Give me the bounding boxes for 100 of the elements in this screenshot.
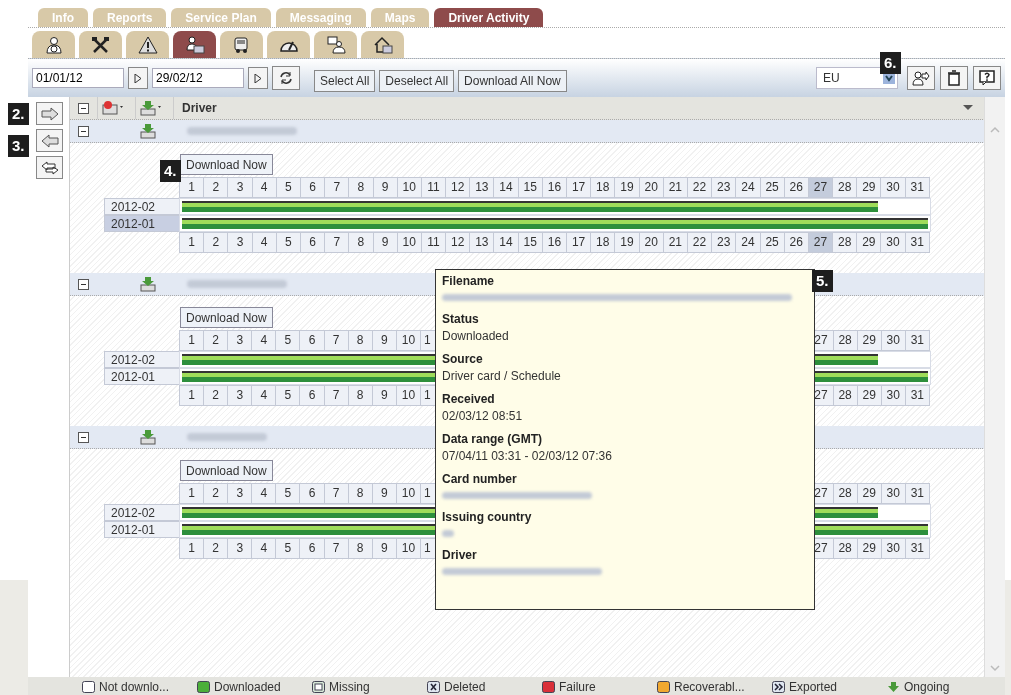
day-header-cell: 15 (517, 177, 543, 198)
callout-label: 3. (8, 135, 29, 157)
downloaded-bar[interactable] (182, 201, 878, 212)
day-header-cell: 7 (324, 177, 350, 198)
refresh-icon (278, 71, 294, 85)
person-icon (43, 35, 64, 54)
day-header-cell: 14 (493, 232, 519, 253)
card-icon (184, 35, 205, 54)
day-header-cell: 2 (203, 177, 229, 198)
legend-label: Deleted (444, 679, 486, 694)
icon-tab[interactable] (220, 31, 263, 58)
day-header-cell: 5 (275, 330, 301, 351)
tab[interactable]: Driver Activity (434, 8, 544, 27)
day-header-cell: 20 (638, 232, 664, 253)
download-icon (139, 429, 157, 445)
collapse-icon[interactable] (78, 278, 89, 290)
toolbar-button[interactable]: Select All (314, 70, 376, 92)
download-now-button[interactable]: Download Now (180, 154, 273, 175)
day-header-cell: 4 (251, 483, 277, 504)
legend-label: Ongoing (904, 679, 950, 694)
date-picker-button[interactable] (128, 67, 148, 89)
download-now-button[interactable]: Download Now (180, 307, 273, 328)
day-header-cell: 2 (203, 232, 229, 253)
day-header-cell: 29 (856, 483, 882, 504)
day-header-cell: 9 (372, 232, 398, 253)
day-header-cell: 12 (445, 177, 471, 198)
previous-button[interactable] (36, 129, 63, 152)
day-header-cell: 6 (299, 330, 325, 351)
day-header-cell: 8 (348, 232, 374, 253)
month-label[interactable]: 2012-01 (104, 521, 180, 538)
export-button[interactable] (907, 66, 935, 90)
day-header-cell: 31 (904, 330, 930, 351)
swap-arrows-icon (40, 160, 59, 175)
icon-tab[interactable] (267, 31, 310, 58)
day-header-cell: 29 (856, 330, 882, 351)
day-header-cell: 3 (227, 330, 253, 351)
field-value: Driver card / Schedule (442, 369, 561, 383)
icon-tab[interactable] (314, 31, 357, 58)
date-field[interactable]: 29/02/12 (152, 68, 244, 88)
download-now-button[interactable]: Download Now (180, 460, 273, 481)
day-header-cell: 5 (275, 385, 301, 406)
day-header-cell: 4 (251, 538, 277, 559)
month-label[interactable]: 2012-01 (104, 215, 180, 232)
month-label[interactable]: 2012-02 (104, 198, 180, 215)
icon-tab[interactable] (126, 31, 169, 58)
caret-down-icon[interactable] (963, 105, 973, 111)
day-header-cell: 31 (904, 385, 930, 406)
day-header-cell: 4 (251, 330, 277, 351)
date-picker-button[interactable] (248, 67, 268, 89)
month-label[interactable]: 2012-01 (104, 368, 180, 385)
toolbar-button[interactable]: Deselect All (379, 70, 455, 92)
day-header-cell: 1 (179, 385, 205, 406)
swap-button[interactable] (36, 156, 63, 179)
day-header-cell: 2 (203, 538, 229, 559)
legend-label: Exported (789, 679, 838, 694)
day-header-cell: 22 (686, 232, 713, 253)
day-header-cell: 7 (323, 483, 349, 504)
day-header-cell: 31 (904, 538, 930, 559)
day-header-cell: 24 (735, 177, 761, 198)
day-header-cell: 5 (275, 483, 301, 504)
field-label: Status (442, 312, 479, 326)
day-header-cell: 4 (251, 232, 277, 253)
icon-tab[interactable] (361, 31, 404, 58)
day-header-cell: 9 (371, 330, 397, 351)
month-label[interactable]: 2012-02 (104, 351, 180, 368)
icon-tab[interactable] (173, 31, 216, 58)
day-header-cell: 10 (395, 483, 421, 504)
download-icon (139, 123, 157, 139)
next-button[interactable] (36, 102, 63, 125)
day-header-cell: 28 (832, 177, 858, 198)
collapse-icon[interactable] (78, 125, 89, 137)
toolbar-button[interactable]: Download All Now (458, 70, 567, 92)
icon-tab[interactable] (32, 31, 75, 58)
day-header-cell: 5 (275, 177, 301, 198)
redacted-value (442, 530, 454, 537)
day-header-cell: 9 (371, 385, 397, 406)
day-header-cell: 9 (371, 483, 397, 504)
day-header-cell: 10 (395, 538, 421, 559)
region-select[interactable]: EU (816, 67, 898, 89)
tools-icon (90, 35, 111, 54)
callout-label: 5. (812, 270, 833, 292)
month-label[interactable]: 2012-02 (104, 504, 180, 521)
day-header-cell: 29 (856, 232, 882, 253)
refresh-button[interactable] (272, 66, 300, 90)
icon-tab[interactable] (79, 31, 122, 58)
day-header-cell: 10 (395, 385, 421, 406)
date-field[interactable]: 01/01/12 (32, 68, 124, 88)
day-header-cell: 6 (299, 483, 325, 504)
day-header-cell: 13 (469, 232, 495, 253)
collapse-icon[interactable] (78, 102, 89, 114)
day-header-cell: 3 (227, 177, 253, 198)
day-header-cell: 1 (179, 232, 205, 253)
collapse-icon[interactable] (78, 431, 89, 443)
day-header-cell: 1 (179, 538, 205, 559)
help-button[interactable] (973, 66, 1001, 90)
day-header-cell: 23 (711, 177, 737, 198)
day-header-cell: 7 (324, 232, 350, 253)
delete-button[interactable] (940, 66, 968, 90)
day-header-cell: 2 (203, 385, 229, 406)
person-arrow-icon (912, 70, 930, 86)
